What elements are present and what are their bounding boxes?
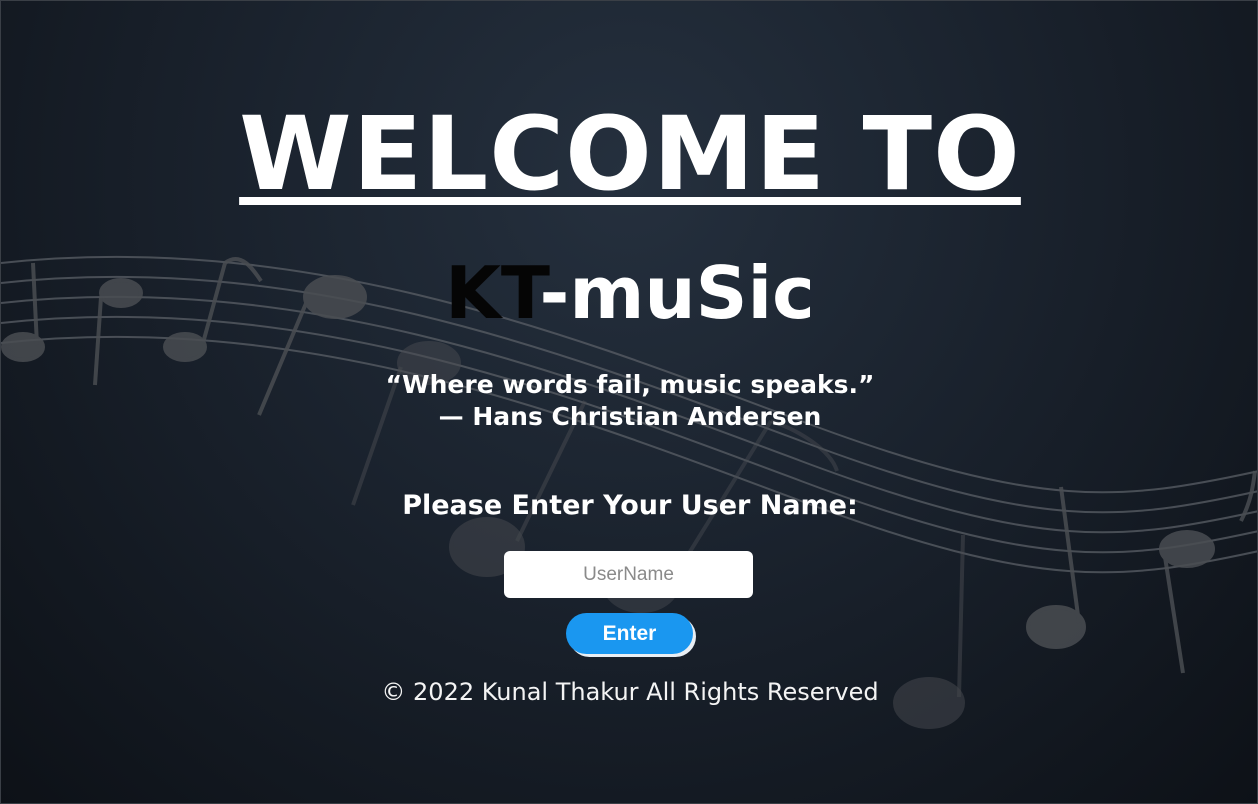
username-prompt: Please Enter Your User Name: bbox=[402, 490, 858, 521]
brand-title-music: -muSic bbox=[539, 251, 815, 335]
quote-text: “Where words fail, music speaks.” bbox=[385, 370, 875, 399]
copyright-footer: © 2022 Kunal Thakur All Rights Reserved bbox=[381, 678, 879, 706]
welcome-heading-text: WELCOME TO bbox=[239, 95, 1021, 214]
enter-button[interactable]: Enter bbox=[566, 613, 693, 654]
page-frame: WELCOME TO KT-muSic “Where words fail, m… bbox=[0, 0, 1258, 804]
username-input[interactable] bbox=[504, 551, 753, 598]
quote-author: — Hans Christian Andersen bbox=[438, 402, 822, 431]
welcome-heading: WELCOME TO bbox=[1, 95, 1257, 214]
brand-title: KT-muSic bbox=[1, 251, 1257, 335]
quote-block: “Where words fail, music speaks.” — Hans… bbox=[1, 369, 1257, 433]
brand-title-kt: KT bbox=[445, 251, 540, 335]
